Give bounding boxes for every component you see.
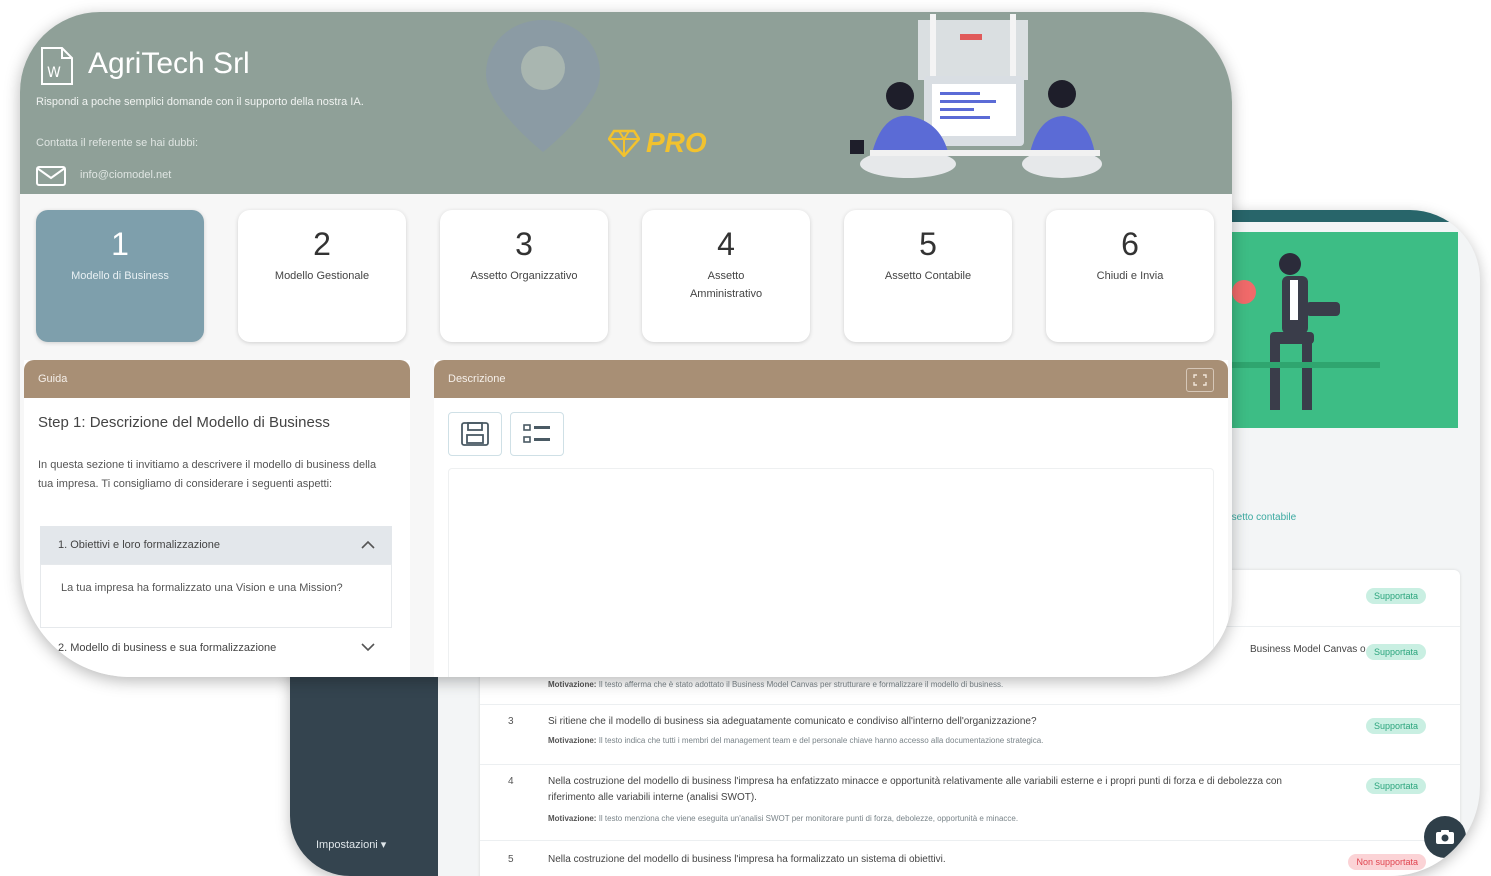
map-pin-icon	[486, 20, 600, 152]
expand-icon	[1193, 374, 1207, 386]
step-3-assetto-organizzativo[interactable]: 3 Assetto Organizzativo	[440, 210, 608, 342]
status-badge: Supportata	[1365, 718, 1426, 734]
chevron-up-icon	[361, 540, 375, 549]
pro-badge: PRO	[608, 127, 707, 159]
hero-illustration	[1230, 232, 1458, 428]
table-row: 5 Nella costruzione del modello di busin…	[480, 840, 1460, 876]
document-logo-icon: W	[41, 47, 73, 85]
step-4-assetto-amministrativo[interactable]: 4 Assetto Amministrativo	[642, 210, 810, 342]
table-row: 3 Si ritiene che il modello di business …	[480, 704, 1460, 765]
guide-intro: In questa sezione ti invitiamo a descriv…	[38, 459, 377, 490]
guide-panel-header: Guida	[24, 360, 410, 398]
motivation-text: Motivazione: Il testo menziona che viene…	[548, 814, 1019, 823]
expand-button[interactable]	[1186, 368, 1214, 392]
status-badge: Supportata	[1365, 778, 1426, 794]
description-panel: Descrizione	[434, 360, 1228, 677]
step-2-modello-gestionale[interactable]: 2 Modello Gestionale	[238, 210, 406, 342]
motivation-text: Motivazione: Il testo indica che tutti i…	[548, 736, 1044, 745]
svg-text:W: W	[47, 65, 61, 81]
accordion-business-model[interactable]: 2. Modello di business e sua formalizzaz…	[40, 630, 392, 666]
mail-icon	[36, 166, 66, 186]
settings-menu[interactable]: Impostazioni ▾	[316, 838, 386, 851]
accordion-objectives-body: La tua impresa ha formalizzato una Visio…	[40, 564, 392, 628]
save-icon	[461, 422, 489, 446]
table-row: 4 Nella costruzione del modello di busin…	[480, 764, 1460, 841]
step-1-modello-di-business[interactable]: 1 Modello di Business	[36, 210, 204, 342]
chevron-down-icon	[361, 643, 375, 652]
status-badge: Supportata	[1365, 588, 1426, 604]
company-name: AgriTech Srl	[88, 47, 250, 80]
status-badge: Supportata	[1365, 644, 1426, 660]
status-badge: Non supportata	[1348, 854, 1426, 870]
header-subtitle: Rispondi a poche semplici domande con il…	[36, 96, 364, 108]
guide-heading: Step 1: Descrizione del Modello di Busin…	[38, 414, 330, 431]
contact-email[interactable]: info@ciomodel.net	[80, 169, 171, 181]
description-editor[interactable]	[448, 468, 1214, 677]
steps-nav: 1 Modello di Business 2 Modello Gestiona…	[36, 210, 1216, 344]
camera-icon	[1436, 830, 1454, 844]
checklist-icon	[523, 424, 550, 443]
camera-button[interactable]	[1424, 816, 1466, 858]
diamond-icon	[608, 129, 640, 157]
motivation-text: Motivazione: Il testo afferma che è stat…	[548, 680, 1004, 689]
contact-hint: Contatta il referente se hai dubbi:	[36, 137, 199, 149]
team-illustration	[850, 14, 1102, 178]
accordion-objectives[interactable]: 1. Obiettivi e loro formalizzazione	[40, 526, 392, 564]
step-5-assetto-contabile[interactable]: 5 Assetto Contabile	[844, 210, 1012, 342]
table-row: Motivazione: Il testo afferma che è stat…	[480, 678, 1460, 705]
header-banner: W AgriTech Srl Rispondi a poche semplici…	[20, 12, 1232, 194]
checklist-button[interactable]	[510, 412, 564, 456]
step-6-chiudi-e-invia[interactable]: 6 Chiudi e Invia	[1046, 210, 1214, 342]
main-app-window: W AgriTech Srl Rispondi a poche semplici…	[20, 12, 1232, 677]
save-button[interactable]	[448, 412, 502, 456]
description-panel-header: Descrizione	[434, 360, 1228, 398]
guide-panel: Guida Step 1: Descrizione del Modello di…	[24, 360, 410, 677]
